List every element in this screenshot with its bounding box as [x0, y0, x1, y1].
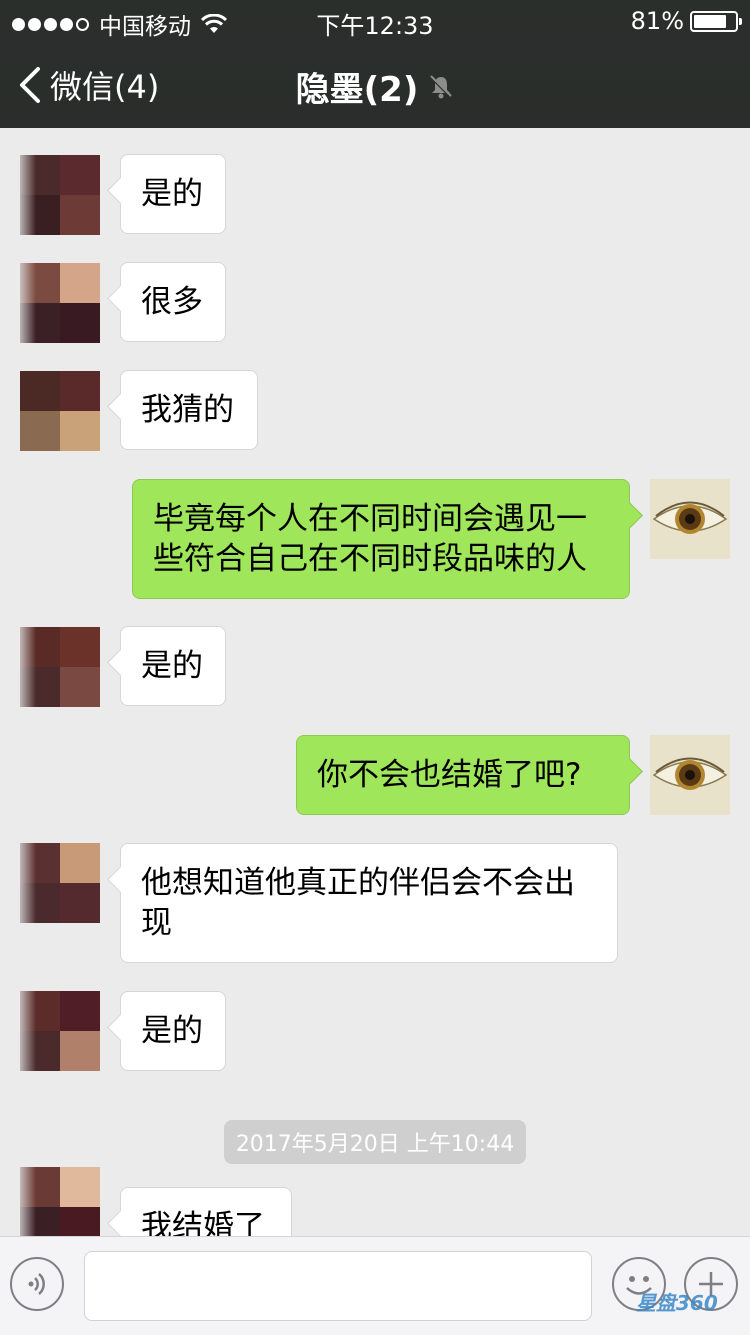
timestamp: 2017年5月20日 上午10:44 — [0, 1120, 750, 1164]
battery-icon — [690, 10, 742, 32]
message-text: 是的 — [141, 648, 203, 684]
battery-percent: 81% — [630, 7, 684, 35]
message-text: 是的 — [141, 1013, 203, 1049]
eye-icon — [652, 501, 728, 534]
voice-input-button[interactable] — [10, 1257, 64, 1311]
mute-bell-icon — [430, 74, 453, 98]
page-title: 隐墨(2) — [0, 62, 750, 111]
message-bubble-outgoing[interactable]: 你不会也结婚了吧? — [296, 735, 630, 815]
avatar[interactable] — [20, 843, 100, 923]
header: 中国移动 下午12:33 81% 微信(4) 隐墨(2) — [0, 0, 750, 128]
my-avatar[interactable] — [650, 735, 730, 815]
message-bubble-incoming[interactable]: 是的 — [120, 991, 226, 1071]
message-text: 毕竟每个人在不同时间会遇见一些符合自己在不同时段品味的人 — [153, 501, 587, 577]
message-bubble-incoming[interactable]: 他想知道他真正的伴侣会不会出现 — [120, 843, 618, 963]
input-bar: 星盘360 — [0, 1236, 750, 1335]
message-text: 我结婚了 — [141, 1209, 265, 1236]
avatar[interactable] — [20, 627, 100, 707]
chat-area[interactable]: 是的 很多 我猜的 毕竟每个人在不同时间会遇见一些符合自己在不同时段品味的人 是… — [0, 128, 750, 1236]
message-text: 是的 — [141, 176, 203, 212]
avatar[interactable] — [20, 263, 100, 343]
message-bubble-incoming[interactable]: 我猜的 — [120, 370, 258, 450]
chat-title: 隐墨(2) — [295, 70, 419, 110]
avatar[interactable] — [20, 1167, 100, 1236]
message-bubble-incoming[interactable]: 是的 — [120, 626, 226, 706]
voice-icon — [28, 1273, 45, 1295]
message-bubble-incoming[interactable]: 是的 — [120, 154, 226, 234]
message-bubble-outgoing[interactable]: 毕竟每个人在不同时间会遇见一些符合自己在不同时段品味的人 — [132, 479, 630, 599]
message-bubble-incoming[interactable]: 我结婚了 — [120, 1187, 292, 1236]
message-bubble-incoming[interactable]: 很多 — [120, 262, 226, 342]
message-text: 很多 — [141, 284, 203, 320]
eye-icon — [652, 757, 728, 790]
avatar[interactable] — [20, 991, 100, 1071]
message-text: 我猜的 — [141, 392, 234, 428]
avatar[interactable] — [20, 371, 100, 451]
message-text: 你不会也结婚了吧? — [317, 757, 582, 793]
watermark: 星盘360 — [636, 1291, 718, 1315]
nav-bar: 微信(4) 隐墨(2) — [0, 42, 750, 128]
avatar[interactable] — [20, 155, 100, 235]
message-input[interactable] — [84, 1251, 592, 1321]
status-bar: 中国移动 下午12:33 81% — [0, 0, 750, 42]
my-avatar[interactable] — [650, 479, 730, 559]
message-text: 他想知道他真正的伴侣会不会出现 — [141, 865, 575, 941]
